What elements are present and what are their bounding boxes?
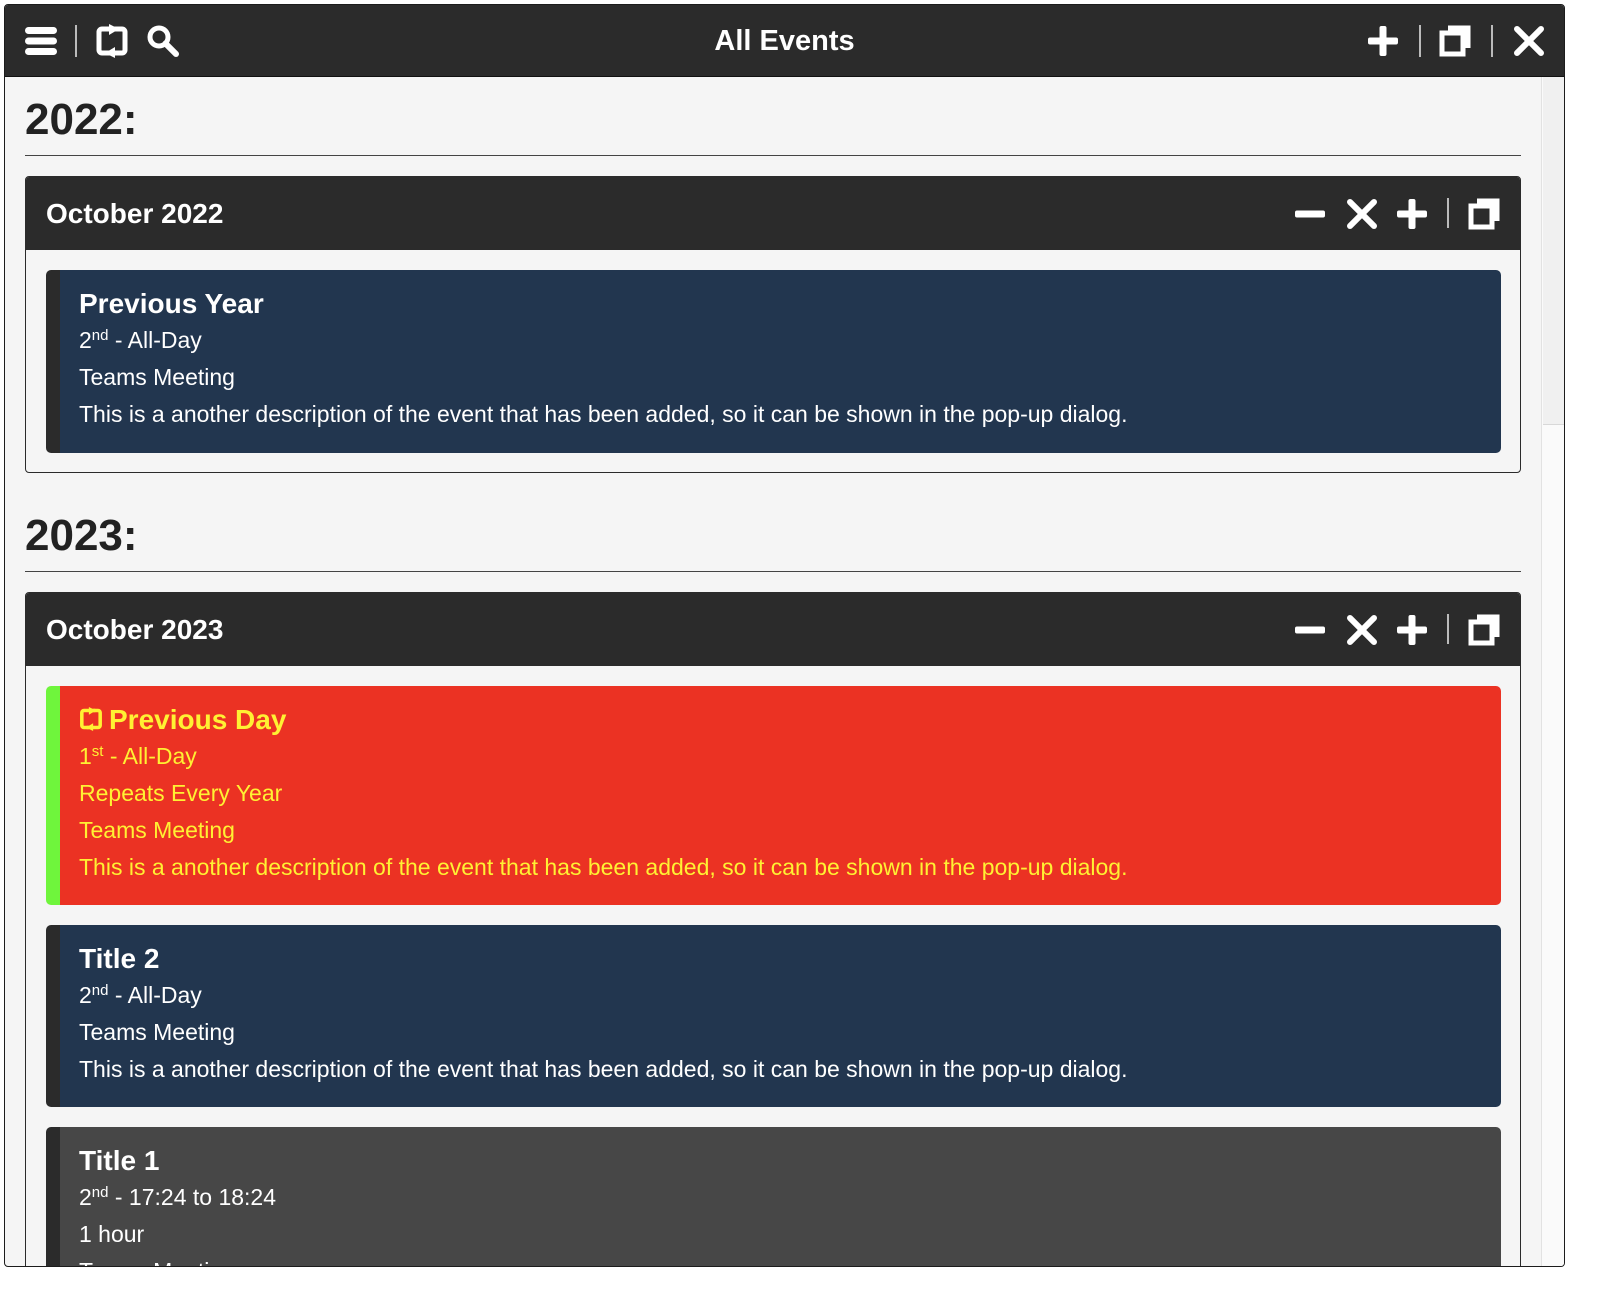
vertical-scrollbar[interactable] [1541, 77, 1564, 1266]
month-header: October 2023 [26, 593, 1520, 666]
event-date: 2nd - All-Day [79, 322, 1481, 359]
month-title: October 2022 [46, 198, 224, 229]
year-heading: 2023: [25, 511, 138, 560]
event-location: Teams Meeting [79, 1253, 1481, 1266]
event-description: This is a another description of the eve… [79, 854, 1128, 880]
event-title: Previous Year [79, 288, 264, 319]
event-date: 2nd - All-Day [79, 977, 1481, 1014]
event-duration: 1 hour [79, 1221, 145, 1247]
event-card[interactable]: Previous Day 1st - All-Day Repeats Every… [46, 686, 1501, 905]
event-day: 1 [79, 743, 92, 769]
event-title: Previous Day [109, 704, 287, 735]
event-day: 2 [79, 327, 92, 353]
event-time: - All-Day [108, 982, 202, 1008]
event-location: Teams Meeting [79, 1019, 235, 1045]
event-day: 2 [79, 982, 92, 1008]
divider [25, 571, 1521, 572]
plus-icon[interactable] [1396, 614, 1428, 646]
month-panel: October 2023 Previous Day 1st - All-Day … [25, 592, 1521, 1266]
window-title: All Events [714, 25, 855, 57]
repeat-icon [79, 707, 103, 731]
event-time: - All-Day [108, 327, 202, 353]
search-icon[interactable] [146, 24, 180, 58]
minimize-icon[interactable] [1294, 198, 1326, 230]
event-card[interactable]: Title 1 2nd - 17:24 to 18:24 1 hour Team… [46, 1127, 1501, 1266]
close-icon[interactable] [1346, 614, 1378, 646]
event-time: - 17:24 to 18:24 [108, 1184, 276, 1210]
plus-icon[interactable] [1367, 25, 1399, 57]
toolbar-separator [1447, 614, 1449, 644]
maximize-icon[interactable] [1439, 25, 1471, 57]
plus-icon[interactable] [1396, 198, 1428, 230]
toolbar-separator [1419, 25, 1421, 57]
month-title: October 2023 [46, 614, 224, 645]
event-repeat: Repeats Every Year [79, 780, 283, 806]
menu-icon[interactable] [24, 24, 58, 58]
event-day-suffix: nd [91, 1184, 109, 1201]
event-day-suffix: st [91, 743, 104, 760]
event-description: This is a another description of the eve… [79, 401, 1128, 427]
event-day-suffix: nd [91, 327, 109, 344]
events-list[interactable]: 2022: October 2022 Previous Year 2nd - A… [5, 77, 1541, 1266]
divider [25, 155, 1521, 156]
scrollbar-thumb[interactable] [1543, 77, 1564, 425]
event-title: Title 2 [79, 943, 160, 974]
year-heading: 2022: [25, 95, 138, 144]
event-card[interactable]: Title 2 2nd - All-Day Teams Meeting This… [46, 925, 1501, 1107]
all-events-window: All Events 2022: October 2022 Previous Y… [4, 4, 1565, 1267]
event-title: Title 1 [79, 1145, 160, 1176]
event-location: Teams Meeting [79, 817, 235, 843]
maximize-icon[interactable] [1468, 614, 1500, 646]
event-time: - All-Day [103, 743, 197, 769]
event-location: Teams Meeting [79, 364, 235, 390]
close-icon[interactable] [1346, 198, 1378, 230]
event-card[interactable]: Previous Year 2nd - All-Day Teams Meetin… [46, 270, 1501, 453]
close-icon[interactable] [1513, 25, 1545, 57]
repeat-icon[interactable] [95, 24, 129, 58]
event-date: 2nd - 17:24 to 18:24 [79, 1179, 1481, 1216]
event-day-suffix: nd [91, 982, 109, 999]
month-panel: October 2022 Previous Year 2nd - All-Day… [25, 176, 1521, 473]
toolbar-separator [1447, 198, 1449, 228]
toolbar-separator [75, 25, 77, 57]
month-header: October 2022 [26, 177, 1520, 250]
title-bar: All Events [5, 5, 1564, 77]
minimize-icon[interactable] [1294, 614, 1326, 646]
event-day: 2 [79, 1184, 92, 1210]
event-description: This is a another description of the eve… [79, 1056, 1128, 1082]
toolbar-separator [1491, 25, 1493, 57]
event-date: 1st - All-Day [79, 738, 1481, 775]
maximize-icon[interactable] [1468, 198, 1500, 230]
event-title-row: Previous Day [79, 702, 1481, 738]
